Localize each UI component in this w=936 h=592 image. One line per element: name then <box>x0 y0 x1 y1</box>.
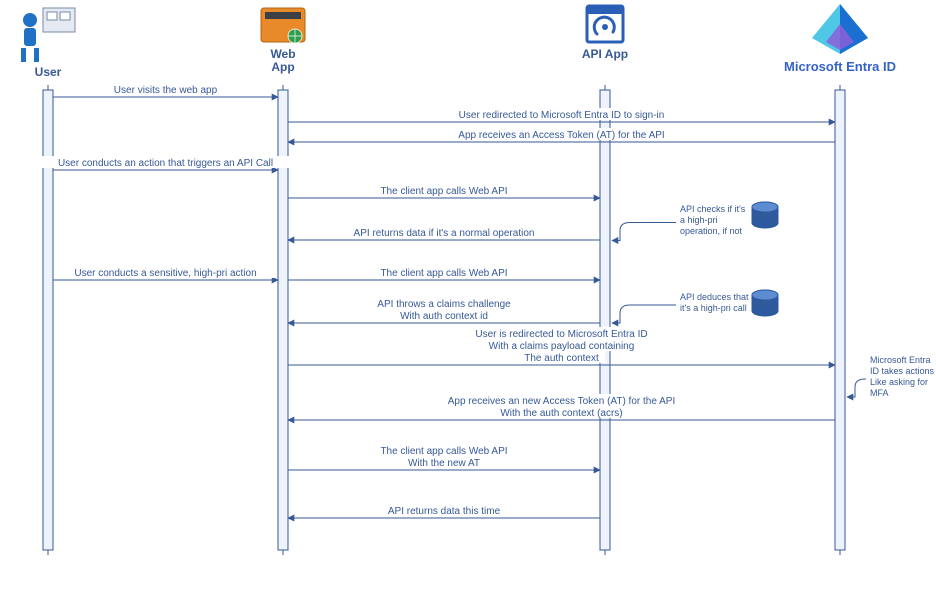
message-text-m12-1: With the new AT <box>408 458 480 469</box>
message-text-m11-1: With the auth context (acrs) <box>500 408 622 419</box>
db-label: DB <box>758 299 772 310</box>
message-text-m13-0: API returns data this time <box>388 506 501 517</box>
webapp-icon <box>261 8 305 43</box>
db-label: DB <box>758 211 772 222</box>
message-text-m3-0: App receives an Access Token (AT) for th… <box>458 130 664 141</box>
actor-label-webapp: Web <box>270 47 295 61</box>
message-text-m10-2: The auth context <box>524 353 599 364</box>
message-text-m9-1: With auth context id <box>400 311 488 322</box>
annotation-text-a3-0: Microsoft Entra <box>870 355 931 365</box>
message-text-m10-0: User is redirected to Microsoft Entra ID <box>475 329 647 340</box>
annotation-text-a1-1: a high-pri <box>680 215 718 225</box>
message-text-m6-0: API returns data if it's a normal operat… <box>354 228 535 239</box>
actor-label-webapp: App <box>271 60 294 74</box>
annotation-text-a2-0: API deduces that <box>680 292 749 302</box>
annotation-text-a3-3: MFA <box>870 388 889 398</box>
sequence-diagram: User WebApp API App Microsoft Entra ID User … <box>0 0 936 592</box>
actor-label-apiapp: API App <box>582 47 628 61</box>
activation-apiapp <box>600 90 610 550</box>
annotation-text-a3-1: ID takes actions <box>870 366 935 376</box>
actor-label-entra: Microsoft Entra ID <box>784 59 896 74</box>
database-icon: DB <box>752 202 778 228</box>
message-text-m2-0: User redirected to Microsoft Entra ID to… <box>459 110 665 121</box>
annotation-text-a2-1: it's a high-pri call <box>680 303 747 313</box>
message-text-m11-0: App receives an new Access Token (AT) fo… <box>448 396 676 407</box>
annotation-text-a1-0: API checks if it's <box>680 204 746 214</box>
apiapp-icon <box>587 6 623 42</box>
annotation-callout-a1 <box>612 223 676 241</box>
message-text-m5-0: The client app calls Web API <box>380 186 507 197</box>
message-text-m12-0: The client app calls Web API <box>380 446 507 457</box>
annotation-text-a1-2: operation, if not <box>680 226 743 236</box>
message-text-m4-0: User conducts an action that triggers an… <box>58 158 273 169</box>
annotation-text-a3-2: Like asking for <box>870 377 928 387</box>
message-text-m1-0: User visits the web app <box>114 85 218 96</box>
message-text-m7-0: User conducts a sensitive, high-pri acti… <box>74 268 256 279</box>
message-text-m9-0: API throws a claims challenge <box>377 299 511 310</box>
actor-label-user: User <box>35 65 62 79</box>
message-text-m8-0: The client app calls Web API <box>380 268 507 279</box>
message-text-m10-1: With a claims payload containing <box>489 341 635 352</box>
annotation-callout-a2 <box>612 305 676 323</box>
user-icon <box>21 8 75 62</box>
annotation-callout-a3 <box>847 379 866 397</box>
database-icon: DB <box>752 290 778 316</box>
entra-icon <box>812 4 868 54</box>
activation-entra <box>835 90 845 550</box>
